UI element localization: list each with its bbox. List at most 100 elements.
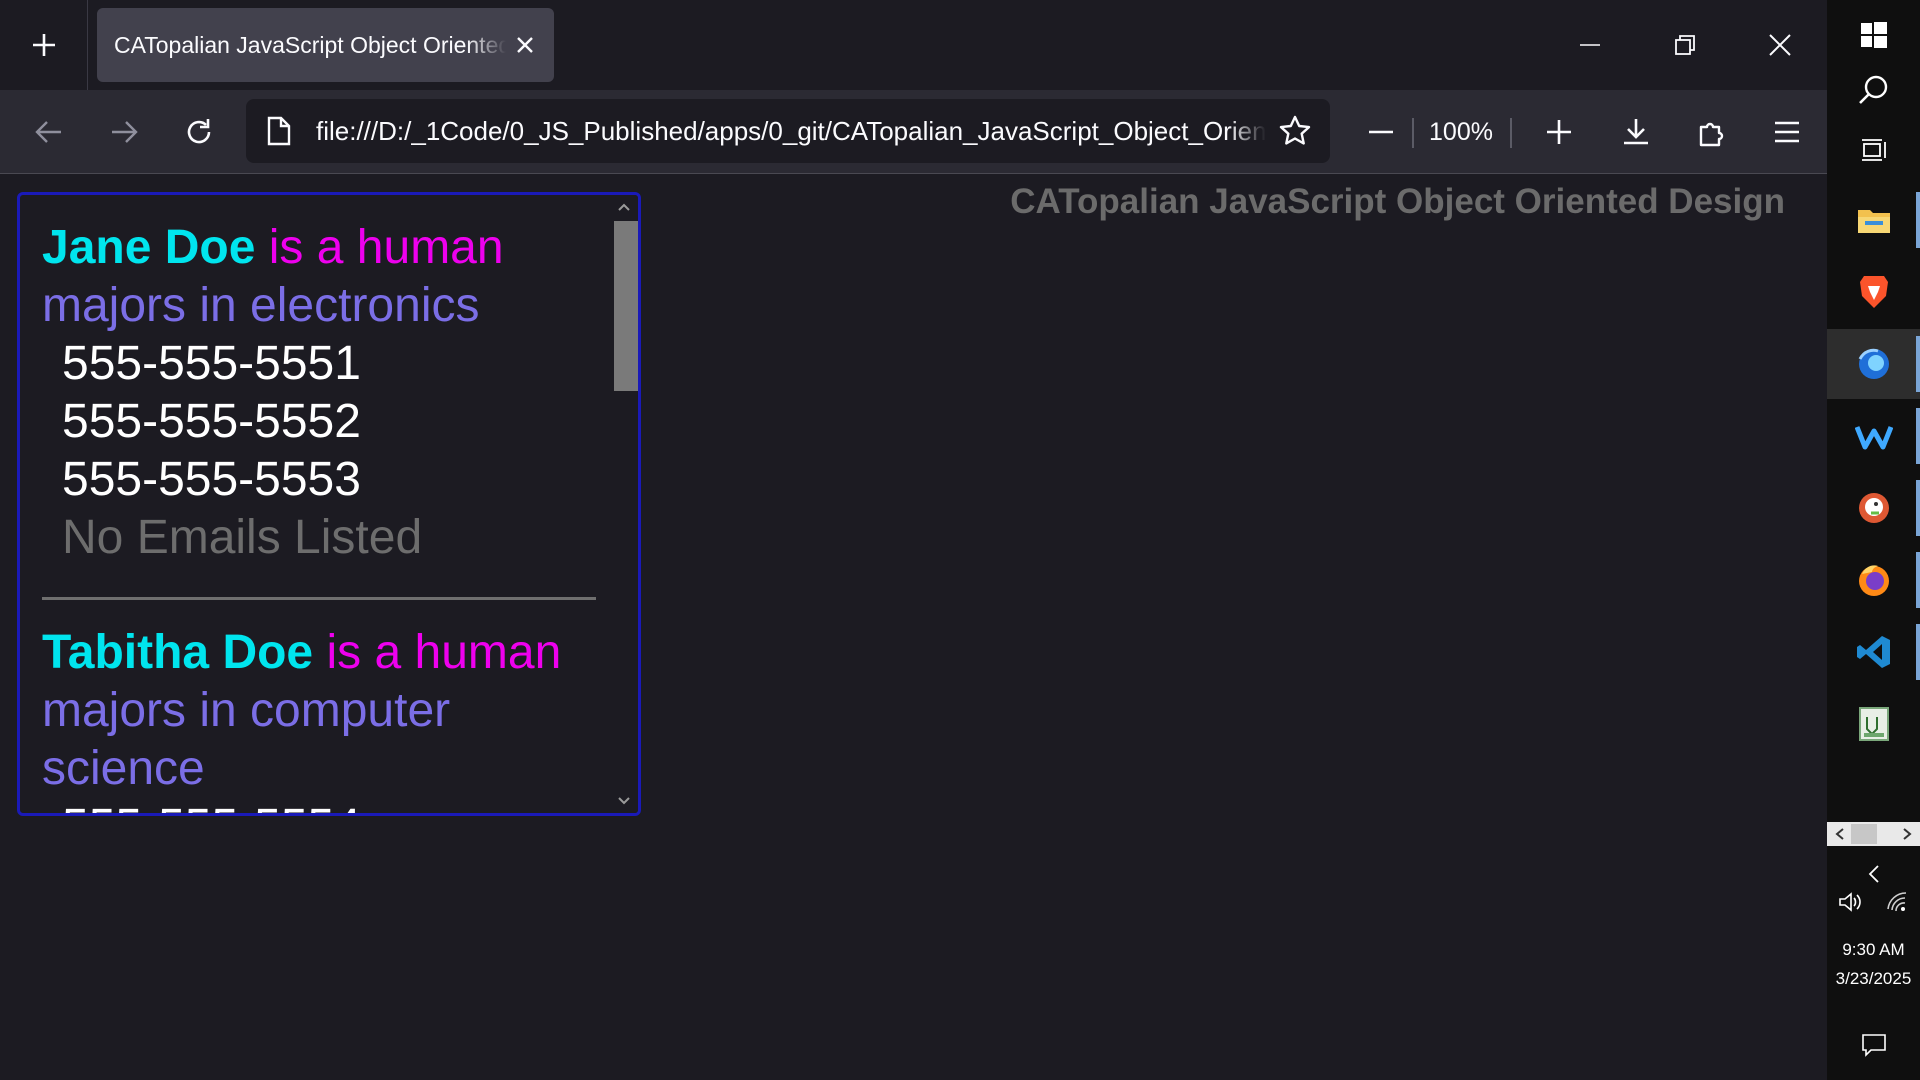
running-indicator	[1916, 624, 1920, 680]
tab-close-button[interactable]	[510, 30, 540, 60]
firefox-icon	[1858, 565, 1889, 596]
chevron-left-icon[interactable]	[1835, 828, 1845, 840]
menu-button[interactable]	[1757, 90, 1817, 174]
close-icon	[1768, 34, 1791, 56]
puzzle-icon	[1699, 122, 1724, 147]
volume-button[interactable]	[1827, 884, 1873, 920]
scrollbar-thumb[interactable]	[614, 221, 638, 391]
restore-button[interactable]	[1637, 0, 1732, 90]
person-type: is a human	[268, 221, 504, 274]
page-content: CATopalian JavaScript Object Oriented De…	[0, 174, 1827, 1080]
zoom-level[interactable]: 100%	[1416, 90, 1506, 174]
vertical-scrollbar[interactable]	[610, 195, 638, 813]
scrollbar-thumb[interactable]	[1851, 824, 1877, 844]
task-view-button[interactable]	[1827, 115, 1920, 185]
notification-icon	[1861, 1034, 1886, 1057]
reload-icon	[187, 119, 211, 144]
running-indicator	[1916, 192, 1920, 248]
page-title: CATopalian JavaScript Object Oriented De…	[1010, 182, 1785, 221]
running-indicator	[1916, 336, 1920, 392]
running-indicator	[1916, 408, 1920, 464]
person-name: Jane Doe	[42, 221, 256, 274]
duckduckgo-icon	[1858, 493, 1889, 523]
person-list: Jane Doe is a human majors in electronic…	[20, 195, 613, 813]
taskbar-app-windsurf[interactable]	[1827, 401, 1920, 471]
taskbar-app-brave[interactable]	[1827, 257, 1920, 327]
brave-icon	[1859, 276, 1888, 308]
network-button[interactable]	[1873, 884, 1920, 920]
separator	[1412, 118, 1414, 148]
scroll-down-button[interactable]	[610, 789, 638, 813]
wifi-icon	[1886, 892, 1906, 912]
phone-number: 555-555-5553	[62, 453, 361, 506]
url-bar[interactable]: file:///D:/_1Code/0_JS_Published/apps/0_…	[246, 99, 1330, 163]
extensions-button[interactable]	[1682, 90, 1742, 174]
chevron-right-icon[interactable]	[1902, 828, 1912, 840]
restore-icon	[1674, 35, 1695, 55]
speaker-icon	[1839, 892, 1861, 912]
chevron-up-icon	[618, 203, 630, 211]
clock-time[interactable]: 9:30 AM	[1827, 940, 1920, 960]
reload-button[interactable]	[169, 90, 229, 174]
hamburger-menu-icon	[1775, 121, 1799, 143]
person-major: majors in electronics	[42, 279, 480, 332]
vscode-icon	[1856, 636, 1890, 668]
chevron-down-icon	[618, 797, 630, 805]
minimize-button[interactable]	[1542, 0, 1637, 90]
downloads-button[interactable]	[1606, 90, 1666, 174]
taskbar-app-vscode[interactable]	[1827, 617, 1920, 687]
page-icon	[267, 116, 291, 146]
bookmark-star-icon[interactable]	[1278, 114, 1312, 148]
browser-tab[interactable]: CATopalian JavaScript Object Oriented De…	[97, 8, 554, 82]
forward-button[interactable]	[94, 90, 154, 174]
back-button[interactable]	[19, 90, 79, 174]
navigation-toolbar: file:///D:/_1Code/0_JS_Published/apps/0_…	[0, 90, 1827, 174]
clock-date[interactable]: 3/23/2025	[1827, 969, 1920, 989]
forward-arrow-icon	[112, 121, 138, 143]
tab-bar: CATopalian JavaScript Object Oriented De…	[0, 0, 1827, 90]
taskbar-app-notepad[interactable]	[1827, 689, 1920, 759]
download-icon	[1624, 119, 1648, 145]
zoom-in-button[interactable]	[1529, 90, 1589, 174]
separator	[1510, 118, 1512, 148]
person-card: Tabitha Doe is a human majors in compute…	[20, 600, 613, 813]
phone-number: 555-555-5552	[62, 395, 361, 448]
taskbar-app-firefox[interactable]	[1827, 545, 1920, 615]
person-card: Jane Doe is a human majors in electronic…	[20, 195, 613, 600]
taskbar-app-firefox-developer-edition[interactable]	[1827, 329, 1920, 399]
close-icon	[517, 37, 533, 53]
scroll-up-button[interactable]	[610, 195, 638, 219]
back-arrow-icon	[35, 121, 61, 143]
task-view-icon	[1861, 139, 1886, 161]
person-type: is a human	[326, 626, 562, 679]
close-window-button[interactable]	[1732, 0, 1827, 90]
plus-icon	[1547, 120, 1571, 144]
firefox-dev-icon	[1858, 348, 1889, 379]
person-heading: Tabitha Doe is a human	[42, 624, 593, 682]
minimize-icon	[1579, 44, 1600, 46]
phone-number: 555-555-5551	[62, 337, 361, 390]
action-center-button[interactable]	[1827, 1020, 1920, 1070]
windows-logo-icon	[1860, 22, 1887, 48]
file-explorer-icon	[1857, 210, 1890, 233]
url-text[interactable]: file:///D:/_1Code/0_JS_Published/apps/0_…	[316, 99, 1266, 163]
zoom-out-button[interactable]	[1351, 90, 1411, 174]
windows-taskbar: 9:30 AM 3/23/2025	[1827, 0, 1920, 1080]
running-indicator	[1916, 552, 1920, 608]
plus-icon	[32, 34, 55, 56]
search-icon	[1858, 75, 1887, 104]
minus-icon	[1369, 130, 1393, 134]
phone-number: 555-555-5554	[42, 798, 593, 813]
person-name: Tabitha Doe	[42, 626, 314, 679]
taskbar-app-duckduckgo[interactable]	[1827, 473, 1920, 543]
person-major: majors in computer science	[42, 684, 451, 795]
taskbar-horizontal-scrollbar[interactable]	[1827, 822, 1920, 846]
emails-status: No Emails Listed	[62, 511, 423, 564]
taskbar-app-file-explorer[interactable]	[1827, 185, 1920, 255]
chevron-left-icon	[1868, 865, 1879, 883]
notepad-icon	[1858, 707, 1889, 741]
tab-title: CATopalian JavaScript Object Oriented De…	[114, 31, 506, 58]
running-indicator	[1916, 480, 1920, 536]
person-list-panel[interactable]: Jane Doe is a human majors in electronic…	[17, 192, 641, 816]
new-tab-button[interactable]	[0, 0, 88, 90]
